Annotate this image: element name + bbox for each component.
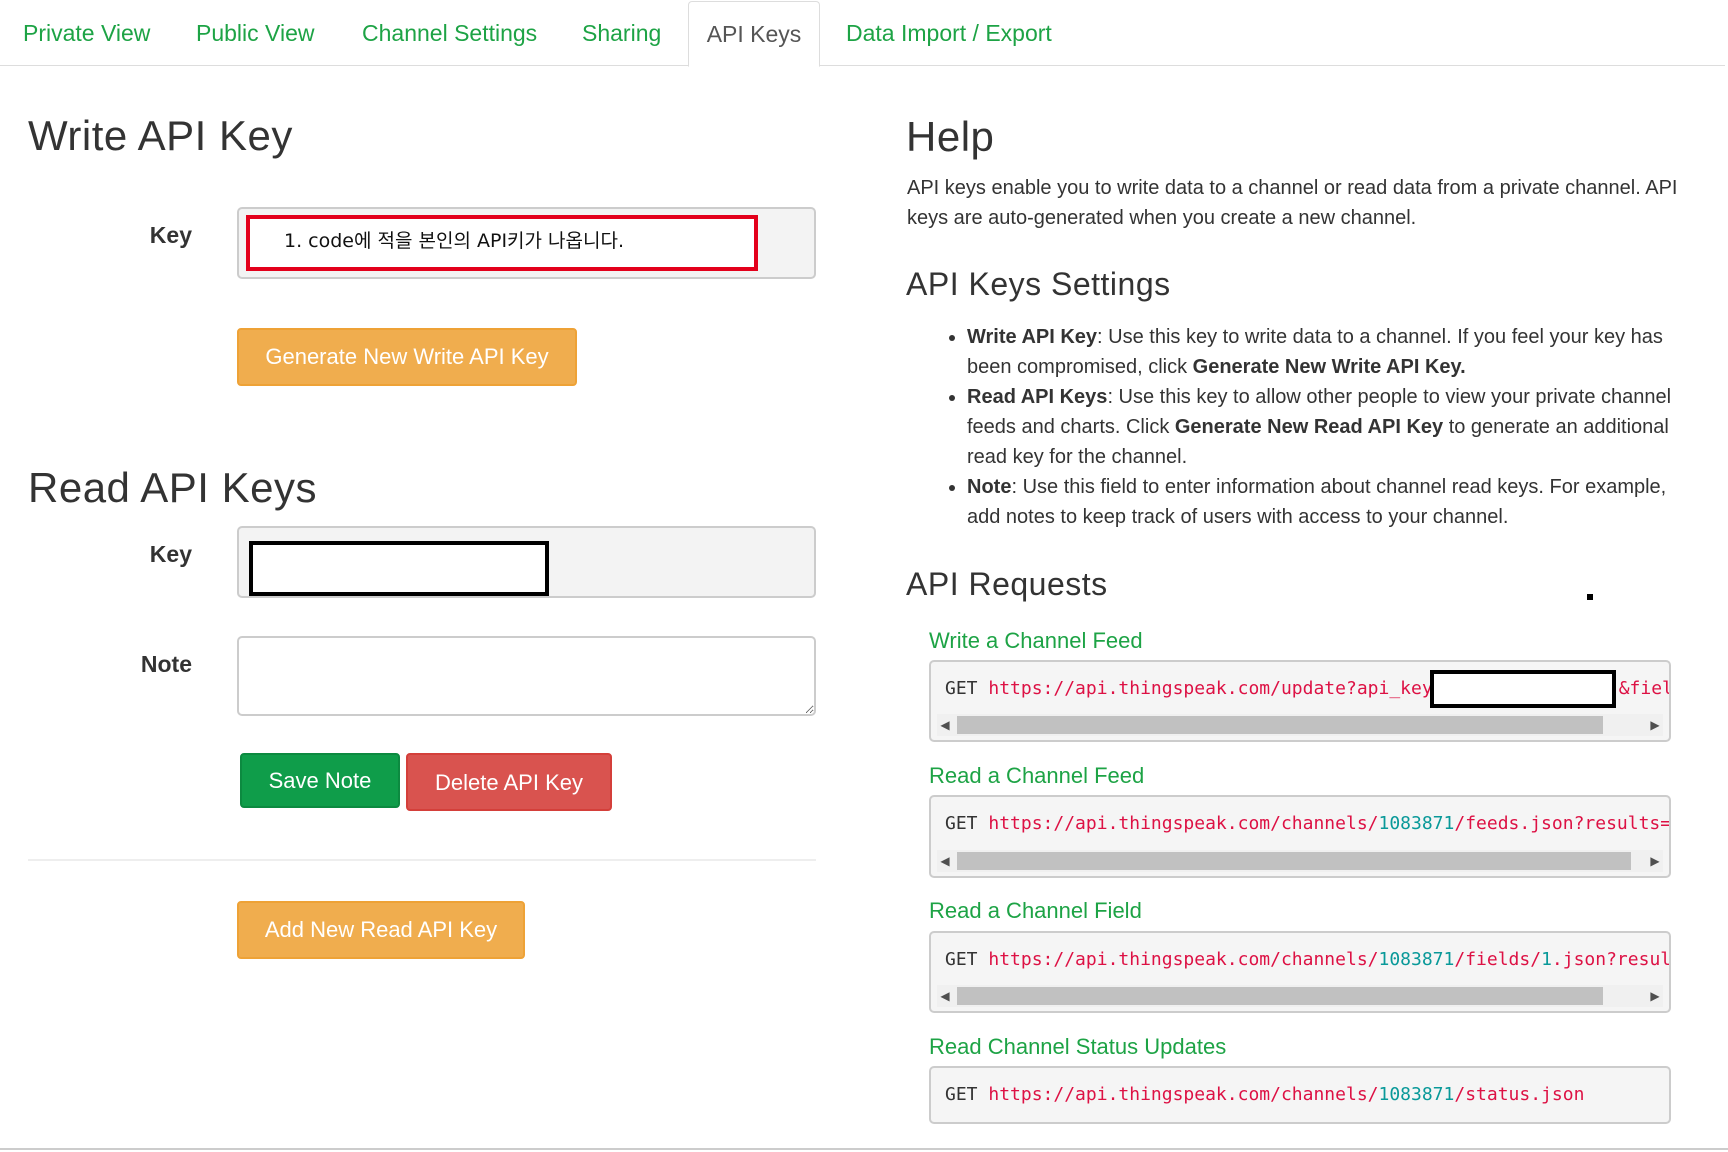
save-note-button[interactable]: Save Note bbox=[240, 753, 400, 808]
read-feed-code-block: GET https://api.thingspeak.com/channels/… bbox=[929, 795, 1671, 878]
scroll-right-arrow-icon[interactable]: ▶ bbox=[1647, 715, 1663, 735]
scrollbar-thumb[interactable] bbox=[957, 987, 1603, 1005]
read-channel-feed-link[interactable]: Read a Channel Feed bbox=[929, 763, 1144, 789]
generate-write-key-button[interactable]: Generate New Write API Key bbox=[237, 328, 577, 386]
scroll-left-arrow-icon[interactable]: ◀ bbox=[937, 851, 953, 871]
note-input[interactable] bbox=[237, 636, 816, 716]
section-divider bbox=[28, 859, 816, 861]
help-intro: API keys enable you to write data to a c… bbox=[907, 177, 1678, 229]
scroll-right-arrow-icon[interactable]: ▶ bbox=[1647, 851, 1663, 871]
scrollbar-thumb[interactable] bbox=[957, 852, 1631, 870]
redacted-api-key-box bbox=[1430, 670, 1616, 708]
tab-sharing[interactable]: Sharing bbox=[582, 0, 661, 66]
write-channel-feed-link[interactable]: Write a Channel Feed bbox=[929, 628, 1143, 654]
api-requests-heading: API Requests bbox=[906, 566, 1108, 602]
read-field-request: GET https://api.thingspeak.com/channels/… bbox=[945, 949, 1671, 970]
settings-item-write: Write API Key: Use this key to write dat… bbox=[967, 322, 1682, 382]
redacted-key-box bbox=[249, 541, 549, 596]
add-read-key-button[interactable]: Add New Read API Key bbox=[237, 901, 525, 959]
read-channel-status-link[interactable]: Read Channel Status Updates bbox=[929, 1034, 1226, 1060]
status-request: GET https://api.thingspeak.com/channels/… bbox=[945, 1084, 1585, 1105]
scroll-left-arrow-icon[interactable]: ◀ bbox=[937, 986, 953, 1006]
channel-tabs: Private View Public View Channel Setting… bbox=[0, 0, 1725, 67]
delete-api-key-button[interactable]: Delete API Key bbox=[406, 753, 612, 811]
read-field-code-block: GET https://api.thingspeak.com/channels/… bbox=[929, 931, 1671, 1013]
page-bottom-border bbox=[0, 1148, 1728, 1150]
note-label: Note bbox=[140, 651, 192, 677]
read-api-keys-heading: Read API Keys bbox=[28, 464, 317, 511]
read-channel-field-link[interactable]: Read a Channel Field bbox=[929, 898, 1142, 924]
tab-api-keys[interactable]: API Keys bbox=[688, 1, 820, 67]
tab-public-view[interactable]: Public View bbox=[196, 0, 314, 66]
scrollbar-thumb[interactable] bbox=[957, 716, 1603, 734]
horizontal-scrollbar[interactable]: ◀ ▶ bbox=[937, 850, 1663, 872]
tab-channel-settings[interactable]: Channel Settings bbox=[362, 0, 537, 66]
tab-private-view[interactable]: Private View bbox=[23, 0, 150, 66]
tab-data-import-export[interactable]: Data Import / Export bbox=[846, 0, 1052, 66]
settings-item-read: Read API Keys: Use this key to allow oth… bbox=[967, 382, 1682, 472]
annotation-box: 1. code에 적을 본인의 API키가 나옵니다. bbox=[246, 215, 758, 271]
write-feed-code-block: GET https://api.thingspeak.com/update?ap… bbox=[929, 660, 1671, 742]
write-api-key-field[interactable]: 1. code에 적을 본인의 API키가 나옵니다. bbox=[237, 207, 816, 279]
write-key-label: Key bbox=[149, 222, 192, 248]
horizontal-scrollbar[interactable]: ◀ ▶ bbox=[937, 714, 1663, 736]
write-api-key-heading: Write API Key bbox=[28, 112, 293, 159]
read-api-key-field[interactable] bbox=[237, 526, 816, 598]
read-feed-request: GET https://api.thingspeak.com/channels/… bbox=[945, 813, 1671, 834]
scroll-right-arrow-icon[interactable]: ▶ bbox=[1647, 986, 1663, 1006]
scroll-left-arrow-icon[interactable]: ◀ bbox=[937, 715, 953, 735]
stray-dot bbox=[1587, 594, 1593, 600]
settings-list: Write API Key: Use this key to write dat… bbox=[907, 322, 1682, 532]
status-code-block: GET https://api.thingspeak.com/channels/… bbox=[929, 1066, 1671, 1124]
help-heading: Help bbox=[906, 113, 995, 160]
api-keys-settings-heading: API Keys Settings bbox=[906, 266, 1171, 302]
horizontal-scrollbar[interactable]: ◀ ▶ bbox=[937, 985, 1663, 1007]
read-key-label: Key bbox=[149, 541, 192, 567]
settings-item-note: Note: Use this field to enter informatio… bbox=[967, 472, 1682, 532]
